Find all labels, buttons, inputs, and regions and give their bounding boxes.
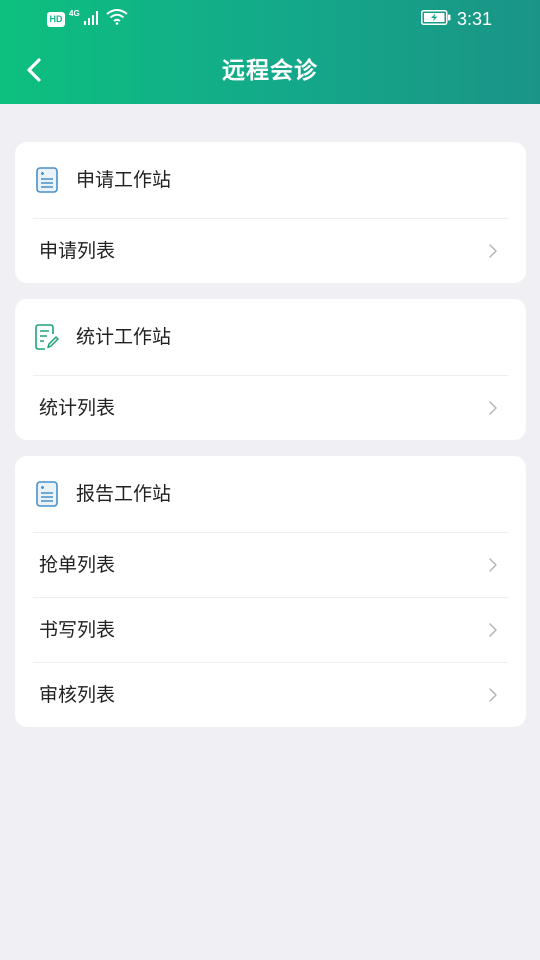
list-item-label: 审核列表 xyxy=(39,684,116,706)
section-header: 申请工作站 xyxy=(33,142,508,219)
signal-icon xyxy=(83,10,98,29)
section-title: 申请工作站 xyxy=(76,169,172,191)
wifi-icon xyxy=(106,9,128,29)
list-item-application-list[interactable]: 申请列表 xyxy=(33,219,508,283)
document-edit-icon xyxy=(35,323,59,351)
list-item-statistics-list[interactable]: 统计列表 xyxy=(33,376,508,440)
section-card-report: 报告工作站 抢单列表 书写列表 审核列表 xyxy=(15,456,526,727)
document-list-icon xyxy=(35,480,59,508)
app-header: HD 4G 3:31 远程会诊 xyxy=(0,0,540,104)
list-item-writing-list[interactable]: 书写列表 xyxy=(33,598,508,663)
status-time: 3:31 xyxy=(456,9,492,29)
section-header: 统计工作站 xyxy=(33,299,508,376)
battery-charging-icon xyxy=(420,9,451,29)
main-content: 申请工作站 申请列表 统计工作站 统计列表 报告工作站 抢单列表 书写列表 审核… xyxy=(15,142,526,743)
status-right-group: 3:31 xyxy=(420,9,492,29)
section-title: 报告工作站 xyxy=(76,483,172,505)
list-item-review-list[interactable]: 审核列表 xyxy=(33,663,508,727)
section-header: 报告工作站 xyxy=(33,456,508,533)
list-item-label: 书写列表 xyxy=(39,619,116,641)
status-left-group: HD 4G xyxy=(47,9,128,29)
list-item-grab-order-list[interactable]: 抢单列表 xyxy=(33,533,508,598)
section-card-application: 申请工作站 申请列表 xyxy=(15,142,526,283)
section-title: 统计工作站 xyxy=(76,326,172,348)
page-title: 远程会诊 xyxy=(222,58,318,84)
chevron-right-icon xyxy=(486,556,500,574)
chevron-right-icon xyxy=(486,242,500,260)
nav-bar: 远程会诊 xyxy=(0,40,540,104)
chevron-right-icon xyxy=(486,621,500,639)
section-card-statistics: 统计工作站 统计列表 xyxy=(15,299,526,440)
chevron-right-icon xyxy=(486,399,500,417)
list-item-label: 统计列表 xyxy=(39,397,116,419)
status-bar: HD 4G 3:31 xyxy=(0,0,540,40)
hd-badge: HD xyxy=(47,11,65,27)
chevron-right-icon xyxy=(486,686,500,704)
document-list-icon xyxy=(35,166,59,194)
list-item-label: 抢单列表 xyxy=(39,554,116,576)
network-generation-label: 4G xyxy=(69,8,80,18)
list-item-label: 申请列表 xyxy=(39,240,116,262)
